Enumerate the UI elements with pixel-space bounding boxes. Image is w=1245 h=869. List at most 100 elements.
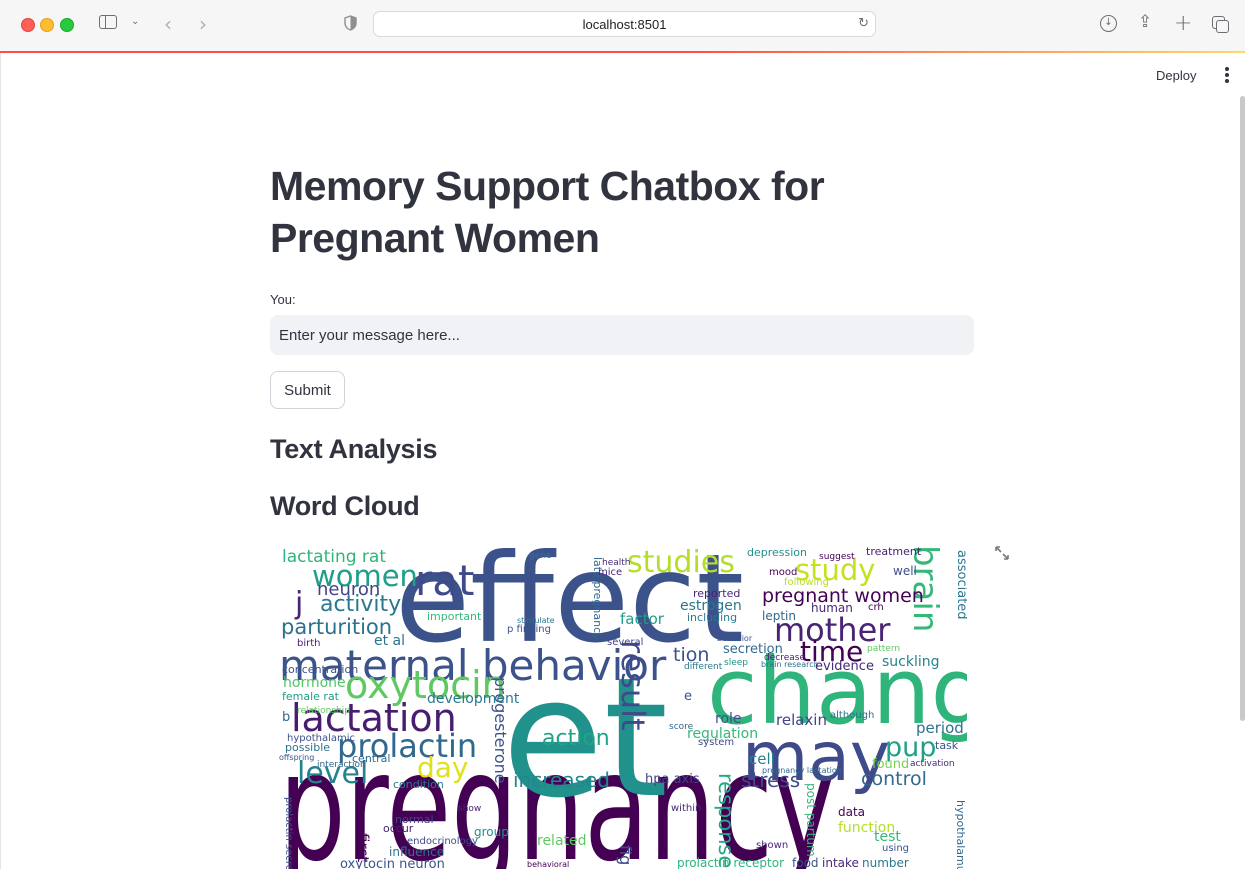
scrollbar[interactable] [1240, 96, 1245, 721]
address-bar[interactable]: localhost:8501 ↻ [373, 11, 876, 37]
download-icon[interactable]: ↓ [1100, 15, 1117, 32]
word-cloud-canvas: pregnancyeteffectchangemaymaternal behav… [279, 545, 967, 869]
word-cloud-word: score [669, 722, 694, 732]
word-cloud-word: interaction [317, 760, 366, 770]
tab-overview-icon[interactable] [1212, 16, 1229, 33]
word-cloud-word: behavioral [527, 860, 569, 869]
word-cloud-word: relationship [297, 706, 350, 716]
word-cloud-word: number [862, 856, 909, 869]
word-cloud-word: prolactin secretion [283, 797, 294, 869]
shield-icon[interactable] [344, 15, 357, 31]
word-cloud-word: lactating rat [282, 547, 386, 567]
chevron-down-icon[interactable]: ⌄ [131, 16, 139, 27]
word-cloud-word: food [792, 856, 819, 869]
page-title: Memory Support Chatbox for Pregnant Wome… [270, 163, 825, 261]
close-window-button[interactable] [21, 18, 35, 32]
word-cloud-word: hypothalamic [287, 733, 355, 744]
word-cloud-word: hormone [283, 675, 346, 691]
word-cloud-word: neuron [317, 579, 380, 600]
word-cloud-word: well [893, 564, 917, 578]
word-cloud-word: fig [616, 845, 635, 865]
word-cloud-word: et al [374, 633, 405, 649]
word-cloud-word: pattern [867, 644, 900, 654]
reload-icon[interactable]: ↻ [858, 16, 869, 31]
word-cloud-word: action [542, 726, 610, 751]
word-cloud-word: b [282, 710, 290, 725]
share-icon[interactable]: ⇪ [1138, 12, 1152, 32]
message-input[interactable] [270, 315, 974, 355]
word-cloud-word: suckling [882, 654, 940, 670]
word-cloud-word: reported [693, 587, 740, 600]
word-cloud-word: hpa axis [645, 772, 700, 787]
zoom-window-button[interactable] [60, 18, 74, 32]
word-cloud-word: including [687, 611, 737, 624]
word-cloud-word: show [458, 804, 481, 814]
word-cloud-word: leptin [762, 609, 796, 623]
word-cloud-word: intake [822, 856, 859, 869]
word-cloud-word: role [715, 711, 742, 727]
sidebar-toggle-icon[interactable] [99, 15, 117, 29]
forward-arrow-icon[interactable]: › [199, 12, 207, 36]
submit-button[interactable]: Submit [270, 371, 345, 409]
word-cloud-word: shown [756, 840, 788, 851]
word-cloud-word: response [714, 773, 738, 868]
browser-toolbar: ⌄ ‹ › localhost:8501 ↻ ↓ ⇪ + [0, 0, 1245, 53]
word-cloud-word: task [935, 739, 959, 752]
word-cloud-word: female rat [282, 690, 340, 703]
word-cloud-word: influence [389, 845, 444, 859]
word-cloud-word: concentration [282, 663, 358, 676]
word-cloud-word: found [872, 757, 909, 772]
word-cloud-word: within [671, 803, 701, 814]
word-cloud-word: e [684, 689, 692, 704]
word-cloud-word: depression [747, 546, 807, 559]
main-menu-icon[interactable] [1220, 66, 1234, 84]
word-cloud-word: j [294, 586, 303, 621]
new-tab-icon[interactable]: + [1174, 11, 1192, 36]
back-arrow-icon[interactable]: ‹ [164, 12, 172, 36]
word-cloud-word: brain research [761, 660, 819, 669]
main-content: Memory Support Chatbox for Pregnant Wome… [270, 160, 974, 264]
word-cloud-word: gene [529, 551, 552, 561]
word-cloud-word: following [784, 577, 829, 588]
word-cloud-word: system [698, 737, 734, 748]
word-cloud-word: relaxin [776, 711, 827, 729]
word-cloud-word: evidence [815, 659, 874, 674]
word-cloud-word: associated [954, 550, 967, 620]
deploy-button[interactable]: Deploy [1150, 66, 1202, 85]
window-edge [0, 53, 1, 869]
word-cloud-word: behavior [717, 634, 753, 643]
word-cloud-image: pregnancyeteffectchangemaymaternal behav… [277, 545, 967, 869]
app-header-decoration [0, 51, 1245, 53]
word-cloud-word: using [882, 843, 909, 854]
word-cloud-word: treatment [866, 545, 922, 558]
word-cloud-word: data [838, 805, 865, 819]
word-cloud-word: crh [868, 602, 884, 613]
word-cloud-word: result [614, 640, 652, 731]
word-cloud-word: different [684, 662, 723, 672]
word-cloud-word: rat [415, 556, 474, 605]
word-cloud-word: related [537, 833, 587, 849]
word-cloud-word: increased [513, 768, 610, 792]
word-cloud-word: although [830, 710, 874, 721]
word-cloud-word: stimulate [517, 616, 555, 625]
word-cloud-word: condition [393, 778, 444, 791]
word-cloud-word: important [427, 610, 482, 623]
word-cloud-word: period [916, 719, 964, 737]
minimize-window-button[interactable] [40, 18, 54, 32]
text-analysis-heading: Text Analysis [270, 434, 438, 464]
message-input-label: You: [270, 292, 296, 307]
word-cloud-word: birth [297, 638, 321, 649]
word-cloud-heading: Word Cloud [270, 491, 420, 521]
fullscreen-expand-icon[interactable] [993, 544, 1011, 562]
word-cloud-word: p finding [507, 624, 551, 635]
word-cloud-word: prolactin receptor [677, 856, 784, 869]
word-cloud-word: post partum [804, 783, 818, 857]
word-cloud-word: hypothalamus [954, 800, 967, 869]
word-cloud-word: sleep [724, 658, 748, 668]
word-cloud-word: pregnancy lactation [762, 766, 842, 775]
word-cloud-word: offspring [279, 753, 314, 762]
url-text: localhost:8501 [582, 17, 667, 32]
word-cloud-word: factor [620, 610, 665, 628]
word-cloud-word: studies [627, 545, 735, 580]
word-cloud-word: group [474, 825, 509, 839]
